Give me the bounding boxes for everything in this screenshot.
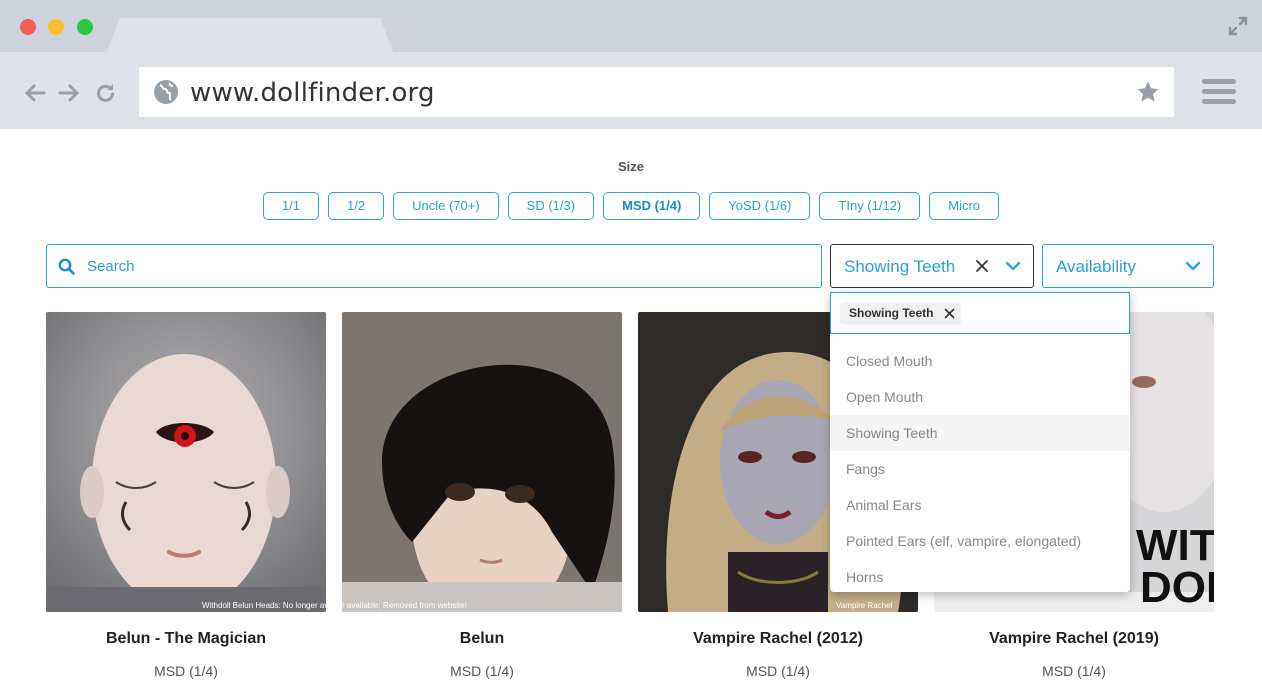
chevron-down-icon[interactable] [1005,259,1021,273]
chevron-down-icon[interactable] [1185,259,1201,273]
thumbnail-caption: Withdoll Belun Heads: No longer availabl… [202,601,326,610]
chip-label: Showing Teeth [849,306,934,320]
mouth-feature-dropdown: Showing Teeth Closed Mouth Open Mouth Sh… [830,292,1130,592]
doll-name[interactable]: Belun [342,630,622,648]
doll-card[interactable]: Withdoll Belun Heads: No longer availabl… [46,312,326,679]
forward-arrow-icon[interactable] [58,82,80,104]
doll-size: MSD (1/4) [154,663,218,679]
size-button-tiny[interactable]: TIny (1/12) [819,192,921,220]
doll-size: MSD (1/4) [1042,663,1106,679]
bookmark-star-icon[interactable] [1136,80,1160,104]
maximize-window-button[interactable] [77,19,93,35]
size-button-micro[interactable]: Micro [929,192,1000,220]
size-button-yosd[interactable]: YoSD (1/6) [709,192,811,220]
size-filter-group: 1/1 1/2 Uncle (70+) SD (1/3) MSD (1/4) Y… [0,192,1262,220]
doll-name[interactable]: Vampire Rachel (2012) [638,630,918,648]
doll-photo-dark-hair [342,312,622,612]
size-button-msd[interactable]: MSD (1/4) [603,192,701,220]
doll-thumbnail[interactable]: r available; Removed from website! [342,312,622,612]
reload-icon[interactable] [94,82,116,104]
dropdown-input[interactable]: Showing Teeth [830,292,1130,334]
mouth-feature-select[interactable]: Showing Teeth [830,244,1034,288]
browser-chrome: www.dollfinder.org [0,0,1262,129]
close-window-button[interactable] [20,19,36,35]
option-showing-teeth[interactable]: Showing Teeth [830,415,1130,451]
size-button-1-1[interactable]: 1/1 [262,192,320,220]
doll-name[interactable]: Vampire Rachel (2019) [934,630,1214,648]
globe-icon [154,80,178,104]
url-text[interactable]: www.dollfinder.org [190,78,435,108]
option-pointed-ears[interactable]: Pointed Ears (elf, vampire, elongated) [830,523,1130,559]
clear-selection-icon[interactable] [974,258,990,274]
minimize-window-button[interactable] [48,19,64,35]
availability-placeholder: Availability [1056,257,1137,276]
option-fangs[interactable]: Fangs [830,451,1130,487]
size-button-1-2[interactable]: 1/2 [328,192,385,220]
doll-thumbnail[interactable]: Withdoll Belun Heads: No longer availabl… [46,312,326,612]
search-input[interactable] [87,245,807,287]
expand-icon[interactable] [1228,16,1248,36]
option-open-mouth[interactable]: Open Mouth [830,379,1130,415]
size-button-uncle[interactable]: Uncle (70+) [393,192,499,220]
doll-name[interactable]: Belun - The Magician [46,630,326,648]
option-horns[interactable]: Horns [830,559,1130,592]
size-button-sd[interactable]: SD (1/3) [507,192,595,220]
browser-tab[interactable] [106,18,394,54]
mouth-select-value: Showing Teeth [844,257,956,276]
search-icon [58,258,75,275]
dropdown-options: Closed Mouth Open Mouth Showing Teeth Fa… [830,343,1130,592]
doll-card[interactable]: r available; Removed from website! Belun… [342,312,622,679]
doll-size: MSD (1/4) [450,663,514,679]
size-filter-label: Size [617,159,644,174]
remove-chip-icon[interactable] [944,308,955,319]
thumbnail-caption: Vampire Rachel [836,601,893,610]
address-bar[interactable]: www.dollfinder.org [139,67,1174,117]
thumbnail-caption: r available; Removed from website! [342,601,467,610]
option-closed-mouth[interactable]: Closed Mouth [830,343,1130,379]
selected-chip: Showing Teeth [840,302,962,325]
doll-photo-bald-head [46,312,326,612]
svg-text:DOLL: DOLL [1140,563,1214,612]
back-arrow-icon[interactable] [24,82,46,104]
search-box[interactable] [46,244,822,288]
hamburger-menu-icon[interactable] [1202,79,1236,105]
option-animal-ears[interactable]: Animal Ears [830,487,1130,523]
availability-select[interactable]: Availability [1042,244,1214,288]
doll-size: MSD (1/4) [746,663,810,679]
